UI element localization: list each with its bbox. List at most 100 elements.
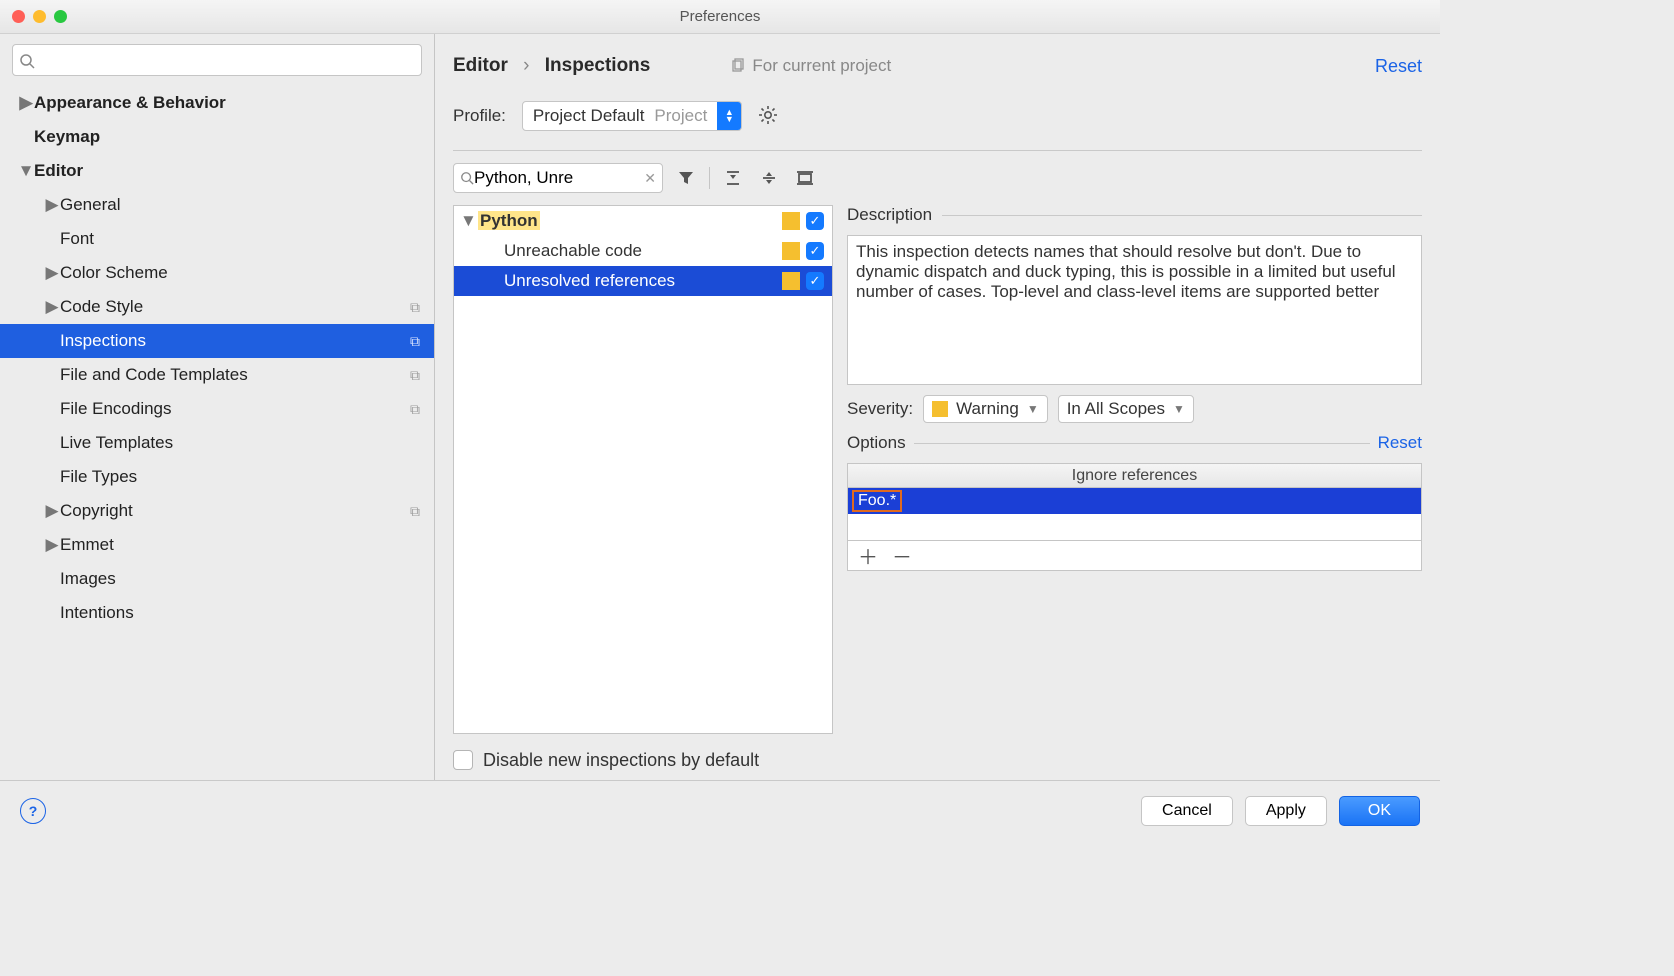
profile-settings-button[interactable] bbox=[758, 105, 778, 128]
crumb-editor: Editor bbox=[453, 55, 508, 76]
sidebar-item-label: File and Code Templates bbox=[60, 365, 248, 385]
sidebar-item-color-scheme[interactable]: ▶Color Scheme bbox=[0, 256, 434, 290]
sidebar-item-label: Emmet bbox=[60, 535, 114, 555]
options-label: Options bbox=[847, 433, 906, 453]
clear-filter-button[interactable]: ✕ bbox=[644, 170, 656, 187]
severity-select[interactable]: Warning ▼ bbox=[923, 395, 1048, 423]
disclosure-triangle-icon: ▼ bbox=[460, 211, 478, 231]
enable-checkbox[interactable]: ✓ bbox=[806, 212, 824, 230]
sidebar-item-copyright[interactable]: ▶Copyright ⧉ bbox=[0, 494, 434, 528]
sidebar-item-appearance-behavior[interactable]: ▶Appearance & Behavior bbox=[0, 86, 434, 120]
sidebar-item-inspections[interactable]: Inspections ⧉ bbox=[0, 324, 434, 358]
options-reset-link[interactable]: Reset bbox=[1378, 433, 1422, 453]
disable-new-inspections-row: Disable new inspections by default bbox=[453, 740, 1422, 780]
divider bbox=[942, 215, 1422, 216]
project-scope-icon: ⧉ bbox=[410, 367, 420, 384]
toolbar: ✕ bbox=[453, 159, 1422, 197]
disable-new-inspections-checkbox[interactable] bbox=[453, 750, 473, 770]
inspection-filter-input[interactable]: ✕ bbox=[453, 163, 663, 193]
square-icon bbox=[796, 169, 814, 187]
disclosure-triangle-icon: ▶ bbox=[44, 195, 60, 215]
sidebar-item-label: Intentions bbox=[60, 603, 134, 623]
collapse-all-button[interactable] bbox=[756, 165, 782, 191]
help-button[interactable]: ? bbox=[20, 798, 46, 824]
severity-row: Severity: Warning ▼ In All Scopes ▼ bbox=[847, 395, 1422, 423]
options-header: Options Reset bbox=[847, 433, 1422, 453]
collapse-all-icon bbox=[760, 169, 778, 187]
sidebar-item-file-and-code-templates[interactable]: File and Code Templates ⧉ bbox=[0, 358, 434, 392]
ignore-references-table: Ignore references Foo.* ＋ － bbox=[847, 463, 1422, 571]
funnel-icon bbox=[677, 169, 695, 187]
project-scope-icon: ⧉ bbox=[410, 503, 420, 520]
sidebar-item-general[interactable]: ▶General bbox=[0, 188, 434, 222]
apply-button[interactable]: Apply bbox=[1245, 796, 1327, 826]
cancel-button[interactable]: Cancel bbox=[1141, 796, 1233, 826]
description-header: Description bbox=[847, 205, 1422, 225]
sidebar-item-label: Keymap bbox=[34, 127, 100, 147]
scope-value: In All Scopes bbox=[1067, 399, 1165, 419]
enable-checkbox[interactable]: ✓ bbox=[806, 242, 824, 260]
sidebar-item-label: Inspections bbox=[60, 331, 146, 351]
scope-select[interactable]: In All Scopes ▼ bbox=[1058, 395, 1194, 423]
ignore-reference-entry[interactable]: Foo.* bbox=[848, 488, 1421, 514]
preferences-search-input[interactable] bbox=[12, 44, 422, 76]
reset-link[interactable]: Reset bbox=[1375, 56, 1422, 77]
sidebar-item-file-types[interactable]: File Types bbox=[0, 460, 434, 494]
remove-button[interactable]: － bbox=[892, 541, 912, 570]
inspection-group-python[interactable]: ▼ Python ✓ bbox=[454, 206, 832, 236]
severity-value: Warning bbox=[956, 399, 1019, 419]
sidebar-item-emmet[interactable]: ▶Emmet bbox=[0, 528, 434, 562]
inspection-item-label: Unresolved references bbox=[504, 271, 782, 291]
sidebar-item-label: Editor bbox=[34, 161, 83, 181]
titlebar: Preferences bbox=[0, 0, 1440, 34]
disclosure-triangle-icon: ▶ bbox=[44, 501, 60, 521]
expand-all-button[interactable] bbox=[720, 165, 746, 191]
sidebar-item-label: Color Scheme bbox=[60, 263, 168, 283]
profile-hint: Project bbox=[654, 106, 717, 126]
profile-select[interactable]: Project Default Project ▲▼ bbox=[522, 101, 742, 131]
sidebar-item-intentions[interactable]: Intentions bbox=[0, 596, 434, 630]
severity-label: Severity: bbox=[847, 399, 913, 419]
sidebar-item-editor[interactable]: ▼Editor bbox=[0, 154, 434, 188]
add-button[interactable]: ＋ bbox=[858, 541, 878, 570]
stepper-icon: ▲▼ bbox=[717, 102, 741, 130]
disclosure-triangle-icon: ▼ bbox=[18, 161, 34, 181]
ignore-references-header: Ignore references bbox=[848, 464, 1421, 488]
severity-indicator bbox=[782, 272, 800, 290]
crumb-sep: › bbox=[523, 55, 529, 76]
enable-checkbox[interactable]: ✓ bbox=[806, 272, 824, 290]
project-scope-icon: ⧉ bbox=[410, 333, 420, 350]
sidebar-item-code-style[interactable]: ▶Code Style⧉ bbox=[0, 290, 434, 324]
project-scope-icon: ⧉ bbox=[410, 299, 420, 316]
footer: ? Cancel Apply OK bbox=[0, 780, 1440, 840]
sidebar-item-live-templates[interactable]: Live Templates bbox=[0, 426, 434, 460]
window-title: Preferences bbox=[0, 8, 1440, 25]
sidebar-item-label: Copyright bbox=[60, 501, 133, 521]
sidebar-item-images[interactable]: Images bbox=[0, 562, 434, 596]
inspection-item-unreachable-code[interactable]: Unreachable code ✓ bbox=[454, 236, 832, 266]
copy-icon bbox=[730, 58, 746, 74]
reset-view-button[interactable] bbox=[792, 165, 818, 191]
gear-icon bbox=[758, 105, 778, 125]
sidebar-item-file-encodings[interactable]: File Encodings⧉ bbox=[0, 392, 434, 426]
description-label: Description bbox=[847, 205, 932, 225]
ignore-reference-value[interactable]: Foo.* bbox=[852, 490, 902, 512]
inspection-filter-text[interactable] bbox=[474, 168, 614, 188]
sidebar-item-label: Images bbox=[60, 569, 116, 589]
sidebar-item-label: Appearance & Behavior bbox=[34, 93, 226, 113]
sidebar-item-keymap[interactable]: Keymap bbox=[0, 120, 434, 154]
chevron-down-icon: ▼ bbox=[1173, 402, 1185, 416]
search-icon bbox=[460, 171, 474, 185]
sidebar-item-label: Code Style bbox=[60, 297, 143, 317]
sidebar-tree: ▶Appearance & BehaviorKeymap▼Editor▶Gene… bbox=[0, 86, 434, 780]
profile-label: Profile: bbox=[453, 106, 506, 126]
sidebar-item-label: Font bbox=[60, 229, 94, 249]
disclosure-triangle-icon: ▶ bbox=[44, 263, 60, 283]
filter-button[interactable] bbox=[673, 165, 699, 191]
sidebar: ▶Appearance & BehaviorKeymap▼Editor▶Gene… bbox=[0, 34, 435, 780]
inspection-item-unresolved-references[interactable]: Unresolved references ✓ bbox=[454, 266, 832, 296]
ok-button[interactable]: OK bbox=[1339, 796, 1420, 826]
scope-hint-text: For current project bbox=[752, 56, 891, 76]
sidebar-item-font[interactable]: Font bbox=[0, 222, 434, 256]
severity-indicator bbox=[782, 212, 800, 230]
